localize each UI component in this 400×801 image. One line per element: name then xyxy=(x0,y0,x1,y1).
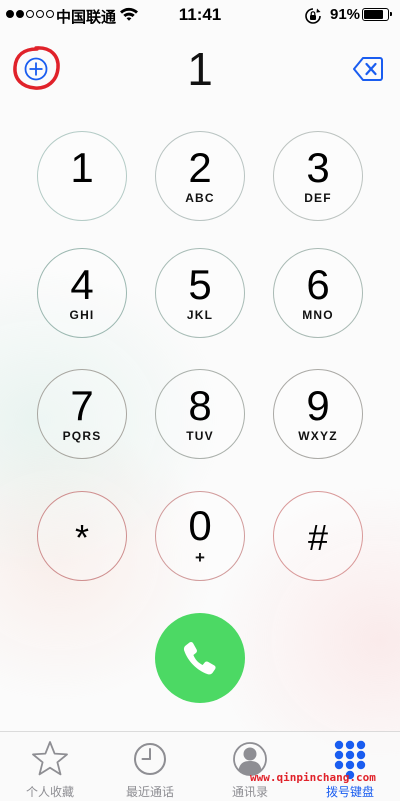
tab-keypad[interactable]: 拨号键盘 xyxy=(300,732,400,801)
key-digit: 5 xyxy=(188,261,212,308)
key-digit: 0 xyxy=(188,502,212,549)
plus-circle-icon xyxy=(13,46,60,90)
key-letters: DEF xyxy=(304,191,332,205)
tab-label: 通讯录 xyxy=(231,785,268,799)
key-0[interactable]: 0 + xyxy=(155,491,245,581)
key-letters: MNO xyxy=(302,308,334,322)
tab-label: 最近通话 xyxy=(125,785,174,799)
battery-percent: 91% xyxy=(330,6,361,23)
tab-favorites[interactable]: 个人收藏 xyxy=(0,732,100,801)
key-digit: * xyxy=(74,517,89,558)
key-letters: ABC xyxy=(185,191,215,205)
phone-icon xyxy=(183,642,216,675)
key-letters: + xyxy=(195,548,205,567)
key-digit: 2 xyxy=(188,144,212,191)
key-star[interactable]: * xyxy=(37,491,127,581)
key-digit: 3 xyxy=(306,144,330,191)
key-letters: TUV xyxy=(186,429,214,443)
call-button[interactable] xyxy=(155,613,245,703)
tab-label: 个人收藏 xyxy=(25,785,74,799)
key-2[interactable]: 2 ABC xyxy=(155,131,245,221)
watermark-text: www.qinpinchang.com xyxy=(250,771,376,784)
key-digit: 6 xyxy=(306,261,330,308)
battery-icon xyxy=(362,8,392,21)
tab-bar: 个人收藏 最近通话 通讯录 拨号键盘 xyxy=(0,731,400,801)
key-digit: 9 xyxy=(306,382,330,429)
key-7[interactable]: 7 PQRS xyxy=(37,369,127,459)
key-digit: 1 xyxy=(70,144,94,191)
dialed-number: 1 xyxy=(187,43,213,95)
tab-contacts[interactable]: 通讯录 xyxy=(200,732,300,801)
key-9[interactable]: 9 WXYZ xyxy=(273,369,363,459)
key-letters: WXYZ xyxy=(298,429,338,443)
tab-recents[interactable]: 最近通话 xyxy=(100,732,200,801)
key-letters: PQRS xyxy=(62,429,102,443)
key-5[interactable]: 5 JKL xyxy=(155,248,245,338)
add-contact-button[interactable] xyxy=(10,44,62,92)
key-letters: JKL xyxy=(186,308,214,322)
clock-icon xyxy=(134,743,166,775)
battery-level xyxy=(364,10,383,19)
key-digit: # xyxy=(307,517,329,558)
key-digit: 7 xyxy=(70,382,94,429)
key-8[interactable]: 8 TUV xyxy=(155,369,245,459)
key-6[interactable]: 6 MNO xyxy=(273,248,363,338)
tab-label: 拨号键盘 xyxy=(325,785,374,799)
delete-button[interactable] xyxy=(352,54,384,84)
star-icon xyxy=(32,741,68,776)
key-digit: 8 xyxy=(188,382,212,429)
key-digit: 4 xyxy=(70,261,94,308)
key-letters: GHI xyxy=(69,308,95,322)
key-4[interactable]: 4 GHI xyxy=(37,248,127,338)
status-bar: 中国联通 11:41 91% xyxy=(0,0,400,30)
delete-backspace-icon xyxy=(353,57,383,81)
key-1[interactable]: 1 xyxy=(37,131,127,221)
key-hash[interactable]: # xyxy=(273,491,363,581)
key-3[interactable]: 3 DEF xyxy=(273,131,363,221)
rotation-lock-icon xyxy=(304,7,322,30)
